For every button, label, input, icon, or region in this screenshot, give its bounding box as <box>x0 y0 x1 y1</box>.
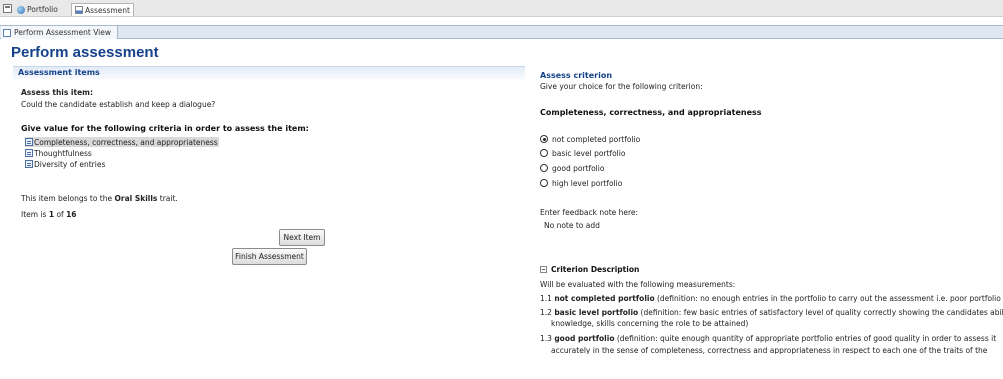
criterion-label: Thoughtfulness <box>34 148 92 158</box>
assess-item-label: Assess this item: <box>21 88 93 97</box>
view-icon <box>3 28 11 37</box>
view-tab-strip: Perform Assessment View <box>0 25 1003 39</box>
measurement-name: good portfolio <box>554 334 615 343</box>
assess-criterion-subtitle: Give your choice for the following crite… <box>540 82 703 91</box>
criterion-icon <box>25 149 33 157</box>
next-item-button[interactable]: Next Item <box>279 229 325 246</box>
radio-high-level[interactable]: high level portfolio <box>540 178 622 188</box>
item-question: Could the candidate establish and keep a… <box>21 100 216 109</box>
radio-unchecked-icon <box>540 164 548 172</box>
feedback-label: Enter feedback note here: <box>540 208 639 217</box>
measurement-def: (definition: quite enough quantity of ap… <box>614 334 997 343</box>
assessment-items-header: Assessment items <box>13 66 525 79</box>
trait-text: trait. <box>157 194 178 203</box>
criterion-icon <box>25 138 33 146</box>
globe-icon <box>17 5 25 14</box>
criteria-heading: Give value for the following criteria in… <box>21 124 309 133</box>
radio-unchecked-icon <box>540 149 548 157</box>
counter-text: Item is <box>21 210 49 219</box>
page-title: Perform assessment <box>11 44 159 61</box>
radio-basic-level[interactable]: basic level portfolio <box>540 148 625 158</box>
trait-name: Oral Skills <box>114 194 158 203</box>
item-counter: Item is 1 of 16 <box>21 210 77 219</box>
radio-checked-icon <box>540 135 548 143</box>
measurement-num: 1.1 <box>540 294 555 303</box>
restore-icon[interactable] <box>3 4 12 13</box>
measurement-def: (definition: few basic entries of satisf… <box>638 308 1003 317</box>
tab-perform-assessment-view[interactable]: Perform Assessment View <box>1 26 118 39</box>
measurement-num: 1.3 <box>540 334 555 343</box>
measurement-item: 1.2 basic level portfolio (definition: f… <box>540 308 1003 317</box>
chart-icon <box>75 6 83 14</box>
editor-tab-strip: Portfolio Assessment <box>0 0 1003 17</box>
tab-assessment[interactable]: Assessment <box>71 3 134 16</box>
measurement-name: basic level portfolio <box>554 308 639 317</box>
trait-text: This item belongs to the <box>21 194 115 203</box>
radio-label: basic level portfolio <box>552 148 626 158</box>
measurement-def-continued: accurately in the sense of completeness,… <box>551 346 988 354</box>
criterion-item[interactable]: Diversity of entries <box>25 159 105 169</box>
radio-unchecked-icon <box>540 179 548 187</box>
radio-good[interactable]: good portfolio <box>540 163 604 173</box>
criterion-label: Diversity of entries <box>34 159 106 169</box>
criterion-icon <box>25 160 33 168</box>
criterion-name: Completeness, correctness, and appropria… <box>540 108 762 117</box>
measurement-num: 1.2 <box>540 308 555 317</box>
criterion-item[interactable]: Thoughtfulness <box>25 148 92 158</box>
radio-not-completed[interactable]: not completed portfolio <box>540 134 640 144</box>
item-total: 16 <box>66 210 77 219</box>
criterion-item[interactable]: Completeness, correctness, and appropria… <box>25 137 219 147</box>
measurement-def-continued: knowledge, skills concerning the role to… <box>551 319 749 328</box>
trait-info: This item belongs to the Oral Skills tra… <box>21 194 178 203</box>
tab-label: Portfolio <box>27 5 58 14</box>
counter-text: of <box>54 210 67 219</box>
description-intro: Will be evaluated with the following mea… <box>540 280 736 289</box>
assess-criterion-title: Assess criterion <box>540 71 613 80</box>
tab-portfolio[interactable]: Portfolio <box>14 3 61 16</box>
measurement-name: not completed portfolio <box>554 294 655 303</box>
criterion-label: Completeness, correctness, and appropria… <box>34 137 218 147</box>
criterion-description-title: Criterion Description <box>551 265 640 274</box>
measurement-item: 1.3 good portfolio (definition: quite en… <box>540 334 1003 343</box>
radio-label: not completed portfolio <box>552 134 641 144</box>
finish-assessment-button[interactable]: Finish Assessment <box>232 248 307 265</box>
collapse-icon[interactable] <box>540 266 547 273</box>
feedback-input[interactable]: No note to add <box>544 221 944 232</box>
measurement-item: 1.1 not completed portfolio (definition:… <box>540 294 1003 303</box>
radio-label: good portfolio <box>552 163 605 173</box>
measurement-def: (definition: no enough entries in the po… <box>654 294 1001 303</box>
tab-label: Assessment <box>85 5 130 15</box>
view-tab-label: Perform Assessment View <box>14 28 111 37</box>
radio-label: high level portfolio <box>552 178 623 188</box>
